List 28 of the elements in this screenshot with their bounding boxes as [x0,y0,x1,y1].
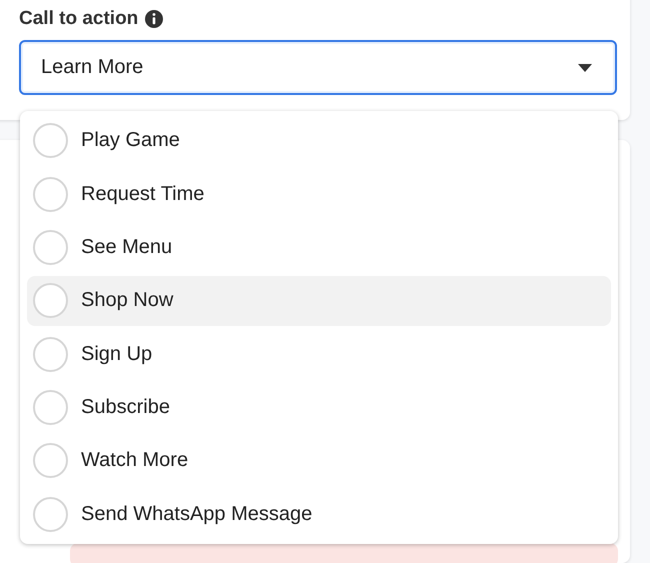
menu-option[interactable]: Watch More [27,436,611,486]
field-label: Call to action [19,8,138,30]
radio-button[interactable] [33,443,68,478]
info-icon[interactable] [144,9,164,29]
radio-button[interactable] [33,230,68,266]
menu-option[interactable]: Request Time [27,169,611,220]
radio-button[interactable] [33,496,68,532]
option-label: Subscribe [81,396,170,419]
menu-option[interactable]: Sign Up [27,329,611,380]
option-label: Send WhatsApp Message [81,502,312,526]
radio-button[interactable] [33,176,68,212]
radio-button[interactable] [33,390,68,425]
call-to-action-select[interactable]: Learn More [19,40,617,95]
option-label: Play Game [81,129,180,152]
menu-option[interactable]: Subscribe [27,382,611,432]
option-label: Request Time [81,182,204,206]
option-label: Shop Now [81,289,174,312]
option-label: Watch More [81,449,188,472]
menu-option[interactable]: See Menu [27,222,611,272]
radio-button[interactable] [33,336,68,372]
menu-option[interactable]: Send WhatsApp Message [27,489,611,539]
menu-option[interactable]: Play Game [27,116,611,166]
radio-button[interactable] [33,123,68,158]
option-label: Sign Up [81,342,152,366]
option-label: See Menu [81,236,172,260]
menu-option[interactable]: Shop Now [27,276,611,326]
caret-icon [577,62,593,72]
radio-button[interactable] [33,283,68,318]
